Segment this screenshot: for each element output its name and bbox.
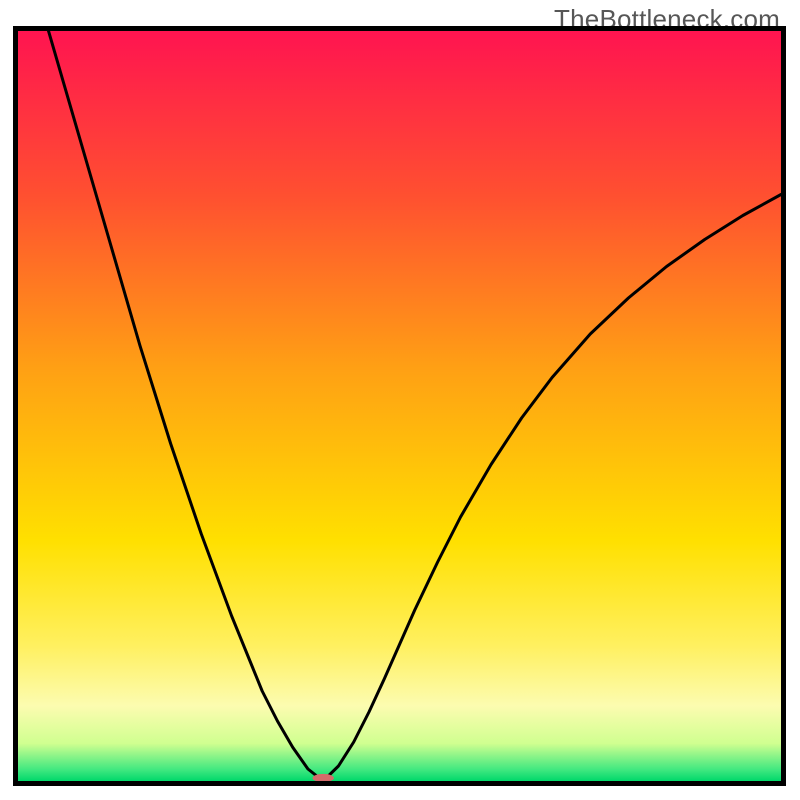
plot-frame	[13, 26, 786, 786]
plot-area	[18, 31, 781, 781]
bottleneck-chart	[18, 31, 781, 781]
gradient-background	[18, 31, 781, 781]
